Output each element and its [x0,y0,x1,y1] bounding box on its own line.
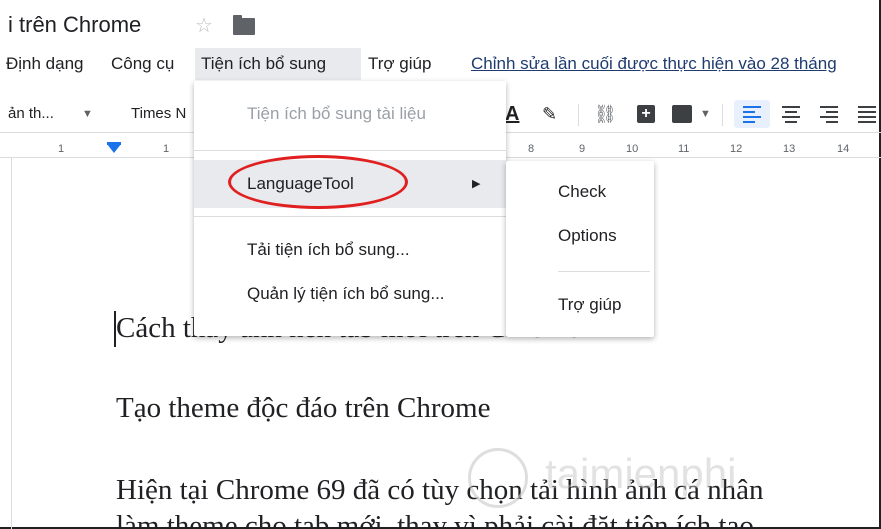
link-icon[interactable]: ⛓ [594,95,617,133]
indent-marker-triangle[interactable] [107,144,121,153]
submenu-item-options[interactable]: Options [506,216,654,256]
menu-format[interactable]: Định dạng [0,48,90,80]
insert-image-icon[interactable] [672,105,692,123]
watermark-logo [468,448,528,508]
languagetool-submenu: Check Options Trợ giúp [506,161,654,337]
menu-tools[interactable]: Công cụ [105,48,180,80]
ruler-number: 10 [626,143,639,155]
watermark-text: taimienphi [545,450,737,497]
align-justify-icon[interactable] [858,105,876,123]
menu-item-docs-addons[interactable]: Tiện ích bổ sung tài liệu [194,93,506,135]
doc-paragraph[interactable]: làm theme cho tab mới, thay vì phải cài … [116,510,754,529]
chevron-down-icon[interactable]: ▼ [82,95,93,133]
page-edge [11,158,12,529]
align-right-icon[interactable] [820,105,838,123]
document-title[interactable]: i trên Chrome [8,12,141,38]
submenu-item-help[interactable]: Trợ giúp [506,285,654,325]
toolbar-divider [578,104,579,126]
text-color-icon[interactable]: A [505,95,519,133]
toolbar-divider [722,104,723,126]
menu-bar: Định dạng Công cụ Tiện ích bổ sung Trợ g… [0,48,881,80]
ruler-number: 1 [163,143,170,155]
paragraph-style-select[interactable]: ản th... [8,95,54,133]
text-cursor [114,311,116,347]
menu-help[interactable]: Trợ giúp [362,48,437,80]
menu-divider [194,150,506,151]
align-left-icon[interactable] [743,105,761,123]
align-center-icon[interactable] [782,105,800,123]
ruler-number: 14 [837,143,850,155]
submenu-item-check[interactable]: Check [506,172,654,212]
add-comment-icon[interactable]: + [637,105,655,123]
ruler-number: 12 [730,143,743,155]
menu-divider [194,216,506,217]
star-icon[interactable]: ☆ [195,13,213,38]
ruler-number: 8 [528,143,535,155]
ruler-number: 13 [783,143,796,155]
last-edit-link[interactable]: Chỉnh sửa lần cuối được thực hiện vào 28… [471,48,837,80]
menu-divider [558,271,650,272]
submenu-arrow-icon: ▶ [472,178,481,190]
highlight-pen-icon[interactable]: ✎ [542,95,557,133]
annotation-highlight-oval [228,155,408,209]
ruler-number: 1 [58,143,65,155]
font-select[interactable]: Times N [131,95,186,133]
doc-paragraph[interactable]: Tạo theme độc đáo trên Chrome [116,392,490,425]
chevron-down-icon[interactable]: ▼ [700,95,711,133]
menu-item-manage-addons[interactable]: Quản lý tiện ích bổ sung... [194,273,506,315]
folder-icon[interactable] [233,15,255,35]
ruler-number: 9 [579,143,586,155]
addons-dropdown-menu: Tiện ích bổ sung tài liệu LanguageTool ▶… [194,81,506,336]
menu-addons[interactable]: Tiện ích bổ sung [195,48,361,80]
menu-item-get-addons[interactable]: Tải tiện ích bổ sung... [194,229,506,271]
ruler-number: 11 [678,143,690,155]
